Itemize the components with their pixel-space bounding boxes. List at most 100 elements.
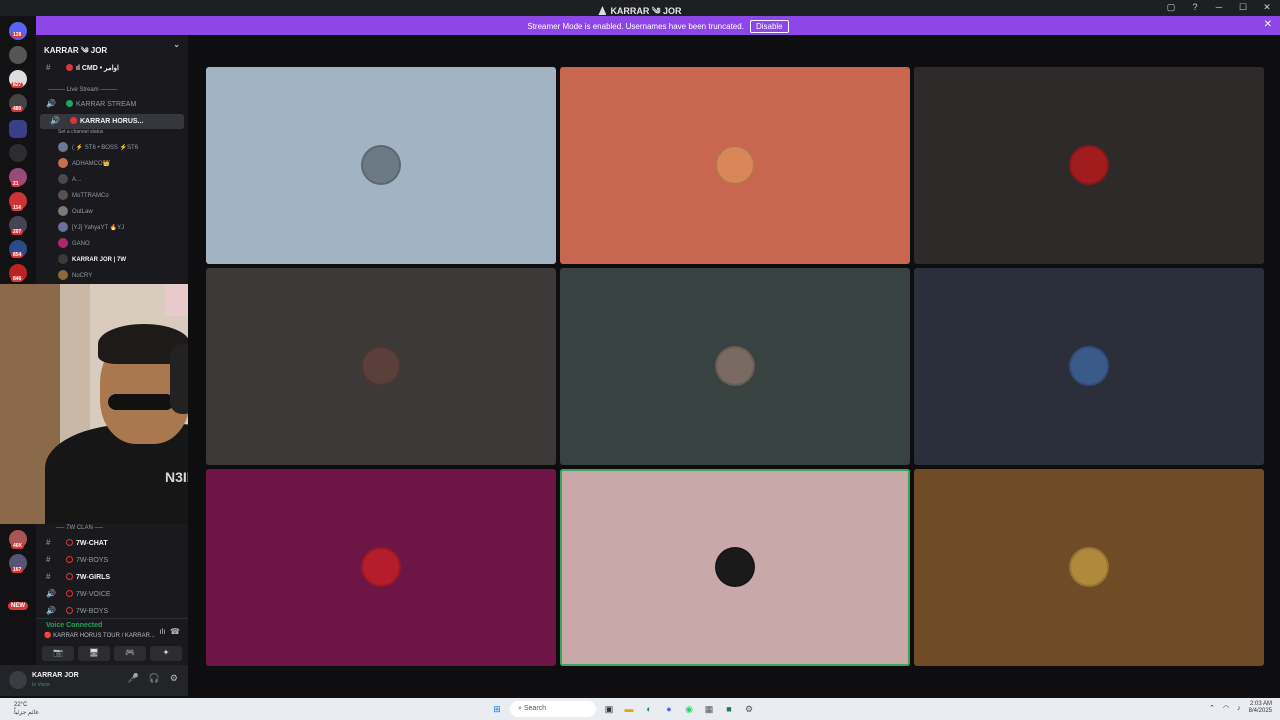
windows-start-icon[interactable]: ⊞ <box>490 702 504 716</box>
notification-badge: 846 <box>11 276 24 282</box>
server-header[interactable]: KARRAR ༄ JOR ⌄ <box>36 35 188 57</box>
channel-cmd[interactable]: # ıl CMD • اوامر <box>36 61 186 76</box>
participant-tile[interactable] <box>560 268 910 465</box>
disable-streamer-mode-button[interactable]: Disable <box>749 20 789 33</box>
voice-member[interactable]: GANO <box>58 238 90 248</box>
voice-channel-karrar-stream[interactable]: 🔊 KARRAR STREAM <box>36 97 186 112</box>
voice-channel-7w-boys[interactable]: 🔊 7W-BOYS <box>36 604 186 619</box>
avatar <box>58 270 68 280</box>
inbox-icon[interactable]: ▢ <box>1166 2 1176 13</box>
app-logo-icon <box>598 6 607 15</box>
server-icon[interactable] <box>9 46 27 64</box>
category-7w-clan[interactable]: ── 7W CLAN ── <box>56 525 206 531</box>
voice-member[interactable]: NoCRY <box>58 270 92 280</box>
screen-share-button[interactable]: 🖥 <box>78 646 110 661</box>
discord-app-icon[interactable]: ● <box>662 702 676 716</box>
task-view-icon[interactable]: ▣ <box>602 702 616 716</box>
help-icon[interactable]: ? <box>1190 2 1200 13</box>
chevron-down-icon[interactable]: ⌄ <box>173 40 180 49</box>
avatar <box>58 158 68 168</box>
taskbar-search[interactable]: ⌕ Search <box>510 701 596 717</box>
participant-tile[interactable] <box>914 268 1264 465</box>
activity-button[interactable]: 🎮 <box>114 646 146 661</box>
camera-button[interactable]: 📷 <box>42 646 74 661</box>
settings-gear-icon[interactable]: ⚙ <box>170 673 178 684</box>
voice-status: Voice Connected <box>46 622 103 629</box>
edge-icon[interactable]: ◐ <box>642 702 656 716</box>
hash-icon: # <box>46 63 51 72</box>
notification-badge: 827 <box>11 82 24 88</box>
voice-channel-7w-voice[interactable]: 🔊 7W-VOICE <box>36 587 186 602</box>
participant-tile[interactable] <box>560 67 910 264</box>
notification-badge: 480 <box>11 106 24 112</box>
headphones-icon[interactable]: 🎧 <box>149 673 160 684</box>
notification-badge: 46K <box>11 543 25 549</box>
voice-channel-karrar-horus[interactable]: 🔊 KARRAR HORUS... <box>40 114 184 129</box>
noise-suppression-icon[interactable]: ılı <box>159 627 165 636</box>
tray-chevron-icon[interactable]: ⌃ <box>1209 704 1215 712</box>
maximize-button[interactable]: ☐ <box>1238 2 1248 13</box>
participant-tile[interactable] <box>206 67 556 264</box>
voice-member[interactable]: MoTTRAMCo <box>58 190 109 200</box>
category-live-stream[interactable]: ──── Live Stream ──── <box>48 87 198 93</box>
streamer-mode-banner: Streamer Mode is enabled. Usernames have… <box>36 16 1280 35</box>
new-badge: NEW <box>8 602 28 610</box>
banner-message: Streamer Mode is enabled. Usernames have… <box>527 22 744 31</box>
whatsapp-icon[interactable]: ◉ <box>682 702 696 716</box>
voice-connected-panel: Voice Connected 🔴 KARRAR HORUS TOUR / KA… <box>36 618 188 665</box>
microphone-icon[interactable]: 🎤 <box>127 673 138 684</box>
participant-avatar <box>715 145 755 185</box>
participant-avatar <box>715 346 755 386</box>
participant-avatar <box>1069 346 1109 386</box>
voice-member[interactable]: KARRAR JOR | 7W <box>58 254 126 264</box>
file-explorer-icon[interactable]: ▬ <box>622 702 636 716</box>
participant-tile[interactable] <box>206 469 556 666</box>
participant-tile[interactable] <box>206 268 556 465</box>
hash-icon: # <box>46 538 51 547</box>
hash-icon: # <box>46 555 51 564</box>
avatar[interactable] <box>9 671 27 689</box>
voice-member[interactable]: [YJ] YahyaYT 🔥YJ <box>58 222 124 232</box>
participant-avatar <box>1069 547 1109 587</box>
voice-member[interactable]: ADHAMCO👑 <box>58 158 110 168</box>
banner-close-icon[interactable]: ✕ <box>1264 19 1272 30</box>
wifi-icon[interactable]: ◠ <box>1223 704 1229 712</box>
channel-7w-girls[interactable]: #7W-GIRLS <box>36 570 186 585</box>
voice-call-stage <box>188 35 1280 696</box>
participant-avatar <box>361 346 401 386</box>
participant-tile[interactable] <box>914 67 1264 264</box>
voice-member[interactable]: OutLaw <box>58 206 93 216</box>
soundboard-button[interactable]: ✦ <box>150 646 182 661</box>
settings-icon[interactable]: ⚙ <box>742 702 756 716</box>
avatar <box>58 190 68 200</box>
voice-channel-name[interactable]: 🔴 KARRAR HORUS TOUR / KARRAR... <box>44 632 155 639</box>
user-status: In Voice <box>32 682 50 688</box>
participant-avatar <box>1069 145 1109 185</box>
weather-widget[interactable]: 22°C غائم جزئياً <box>14 701 39 717</box>
speaker-icon: 🔊 <box>46 589 56 598</box>
user-name[interactable]: KARRAR JOR <box>32 672 79 679</box>
avatar <box>58 254 68 264</box>
minimize-button[interactable]: ─ <box>1214 2 1224 13</box>
discover-icon[interactable] <box>9 144 27 162</box>
calculator-icon[interactable]: ▦ <box>702 702 716 716</box>
voice-member[interactable]: A... <box>58 174 81 184</box>
app-icon[interactable]: ■ <box>722 702 736 716</box>
avatar <box>58 174 68 184</box>
notification-badge: 167 <box>11 567 24 573</box>
folder-icon[interactable] <box>9 120 27 138</box>
channel-7w-chat[interactable]: #7W-CHAT <box>36 536 186 551</box>
participant-avatar <box>361 547 401 587</box>
disconnect-icon[interactable]: ☎ <box>170 627 180 636</box>
participant-tile[interactable] <box>914 469 1264 666</box>
user-panel: KARRAR JOR In Voice 🎤 🎧 ⚙ <box>0 665 188 696</box>
channel-status-hint[interactable]: Set a channel status <box>58 129 103 135</box>
notification-badge: 128 <box>11 32 24 38</box>
channel-7w-boys[interactable]: #7W-BOYS <box>36 553 186 568</box>
voice-member[interactable]: ( ⚡ ST6 • BOSS ⚡ST6 <box>58 142 138 152</box>
close-window-button[interactable]: ✕ <box>1262 2 1272 13</box>
participant-avatar <box>715 547 755 587</box>
taskbar-clock[interactable]: 2:03 AM 8/4/2025 <box>1249 701 1272 715</box>
volume-icon[interactable]: ♪ <box>1237 705 1241 712</box>
participant-tile[interactable] <box>560 469 910 666</box>
